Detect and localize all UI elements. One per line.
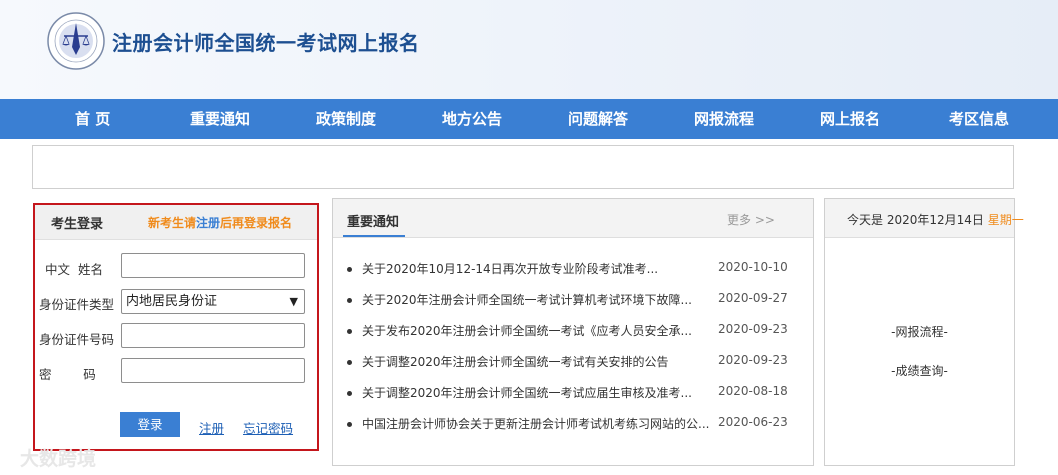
id-number-input[interactable] xyxy=(121,323,305,348)
name-label: 中文 姓名 xyxy=(45,262,103,277)
bullet-icon xyxy=(347,360,352,365)
nav-faq[interactable]: 问题解答 xyxy=(568,99,628,139)
bullet-icon xyxy=(347,391,352,396)
notices-panel: 重要通知 更多 >> 关于2020年10月12-14日再次开放专业阶段考试准考.… xyxy=(332,198,814,466)
id-number-label: 身份证件号码 xyxy=(39,332,115,347)
nav-important-notices[interactable]: 重要通知 xyxy=(190,99,250,139)
today-date: 今天是 2020年12月14日 星期一 xyxy=(847,211,1024,228)
bullet-icon xyxy=(347,329,352,334)
notice-date: 2020-09-23 xyxy=(718,322,788,336)
login-panel: 考生登录 新考生请注册后再登录报名 中文 姓名 身份证件类型 内地居民身份证 ▼… xyxy=(33,203,319,451)
notice-date: 2020-10-10 xyxy=(718,260,788,274)
score-query-link[interactable]: -成绩查询- xyxy=(825,362,1014,379)
side-panel: 今天是 2020年12月14日 星期一 -网报流程- -成绩查询- xyxy=(824,198,1024,466)
site-header: 注册会计师全国统一考试网上报名 xyxy=(0,0,1058,99)
notice-text[interactable]: 关于调整2020年注册会计师全国统一考试应届生审核及准考... xyxy=(362,384,692,401)
notices-header: 重要通知 更多 >> xyxy=(333,199,813,238)
login-button[interactable]: 登录 xyxy=(120,412,180,437)
nav-exam-area-info[interactable]: 考区信息 xyxy=(949,99,1009,139)
id-type-value: 内地居民身份证 xyxy=(126,294,218,309)
banner-area xyxy=(32,145,1014,189)
notice-text[interactable]: 关于2020年注册会计师全国统一考试计算机考试环境下故障... xyxy=(362,291,692,308)
chevron-down-icon: ▼ xyxy=(289,295,298,308)
notice-date: 2020-09-27 xyxy=(718,291,788,305)
notices-title: 重要通知 xyxy=(347,215,400,230)
notice-text[interactable]: 中国注册会计师协会关于更新注册会计师考试机考练习网站的公... xyxy=(362,415,709,432)
side-header: 今天是 2020年12月14日 星期一 xyxy=(825,199,1024,238)
login-tip-after: 后再登录报名 xyxy=(220,216,293,230)
nav-home[interactable]: 首 页 xyxy=(75,99,110,139)
nav-local-announcements[interactable]: 地方公告 xyxy=(442,99,502,139)
site-title: 注册会计师全国统一考试网上报名 xyxy=(112,31,420,55)
register-link[interactable]: 注册 xyxy=(199,418,224,437)
bullet-icon xyxy=(347,422,352,427)
notice-item[interactable]: 关于发布2020年注册会计师全国统一考试《应考人员安全承... 2020-09-… xyxy=(333,322,813,342)
notice-date: 2020-09-23 xyxy=(718,353,788,367)
name-input[interactable] xyxy=(121,253,305,278)
bullet-icon xyxy=(347,298,352,303)
notice-item[interactable]: 关于调整2020年注册会计师全国统一考试应届生审核及准考... 2020-08-… xyxy=(333,384,813,404)
cicpa-logo-icon xyxy=(47,12,105,70)
id-type-label: 身份证件类型 xyxy=(39,297,115,312)
today-date-text: 今天是 2020年12月14日 xyxy=(847,213,984,227)
notice-item[interactable]: 关于调整2020年注册会计师全国统一考试有关安排的公告 2020-09-23 xyxy=(333,353,813,373)
password-input[interactable] xyxy=(121,358,305,383)
notice-text[interactable]: 关于2020年10月12-14日再次开放专业阶段考试准考... xyxy=(362,260,658,277)
notice-date: 2020-08-18 xyxy=(718,384,788,398)
login-tip: 新考生请注册后再登录报名 xyxy=(148,214,292,231)
notice-text[interactable]: 关于发布2020年注册会计师全国统一考试《应考人员安全承... xyxy=(362,322,692,339)
nav-policies[interactable]: 政策制度 xyxy=(316,99,376,139)
notice-date: 2020-06-23 xyxy=(718,415,788,429)
notice-item[interactable]: 关于2020年注册会计师全国统一考试计算机考试环境下故障... 2020-09-… xyxy=(333,291,813,311)
watermark-text: 大数跨境 xyxy=(20,448,97,470)
login-header: 考生登录 新考生请注册后再登录报名 xyxy=(35,205,317,240)
bullet-icon xyxy=(347,267,352,272)
forgot-password-link[interactable]: 忘记密码 xyxy=(243,418,293,437)
login-tip-before: 新考生请 xyxy=(148,216,197,230)
notice-item[interactable]: 关于2020年10月12-14日再次开放专业阶段考试准考... 2020-10-… xyxy=(333,260,813,280)
notice-item[interactable]: 中国注册会计师协会关于更新注册会计师考试机考练习网站的公... 2020-06-… xyxy=(333,415,813,435)
nav-online-registration[interactable]: 网上报名 xyxy=(820,99,880,139)
nav-registration-process[interactable]: 网报流程 xyxy=(694,99,754,139)
main-nav: 首 页 重要通知 政策制度 地方公告 问题解答 网报流程 网上报名 考区信息 xyxy=(0,99,1058,139)
login-title: 考生登录 xyxy=(51,217,104,232)
id-type-select[interactable]: 内地居民身份证 ▼ xyxy=(121,289,305,314)
notices-title-underline xyxy=(343,235,405,237)
notices-more-link[interactable]: 更多 >> xyxy=(727,211,775,228)
login-tip-register-link[interactable]: 注册 xyxy=(196,216,220,230)
today-weekday: 星期一 xyxy=(987,213,1024,227)
registration-process-link[interactable]: -网报流程- xyxy=(825,323,1014,340)
password-label: 密 码 xyxy=(39,367,96,382)
notice-text[interactable]: 关于调整2020年注册会计师全国统一考试有关安排的公告 xyxy=(362,353,669,370)
